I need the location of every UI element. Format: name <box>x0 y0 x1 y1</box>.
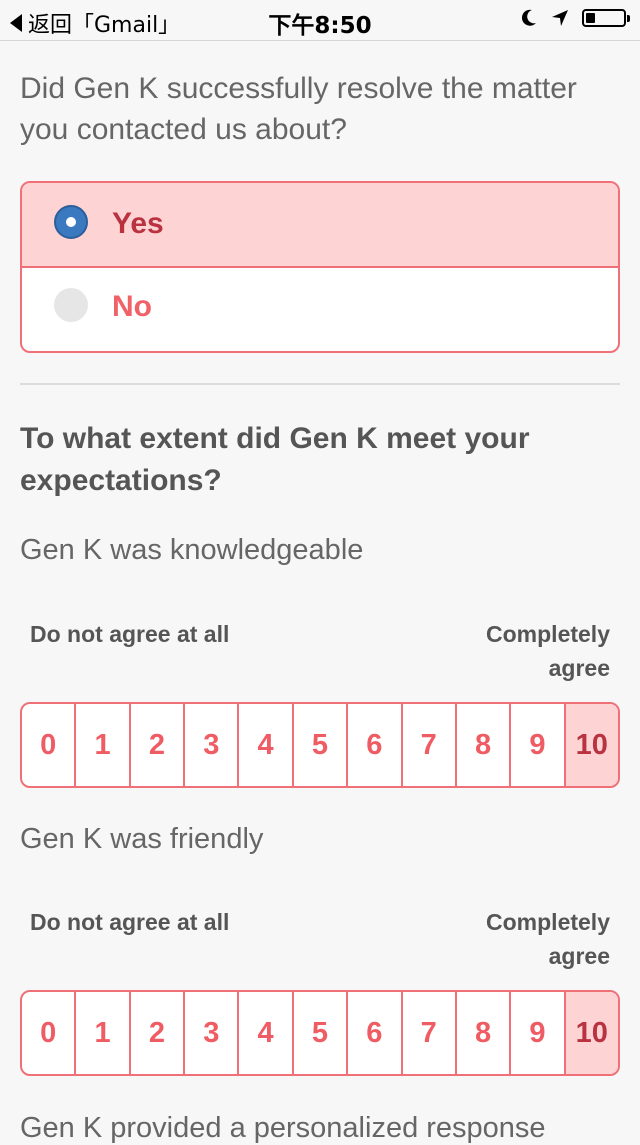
rating-option-9[interactable]: 9 <box>511 704 566 786</box>
battery-level <box>586 13 595 23</box>
divider <box>20 383 620 385</box>
statement-friendly: Gen K was friendly <box>20 823 264 855</box>
rating-option-3[interactable]: 3 <box>185 704 240 786</box>
scale-high-label: Completely agree <box>486 621 610 681</box>
scale-low-label: Do not agree at all <box>30 909 230 935</box>
rating-option-3[interactable]: 3 <box>185 992 240 1074</box>
moon-icon <box>521 9 536 26</box>
scale-low-label: Do not agree at all <box>30 621 230 647</box>
rating-option-2[interactable]: 2 <box>131 704 186 786</box>
rating-option-10[interactable]: 10 <box>565 992 618 1074</box>
rating-scale-knowledgeable: 0 1 2 3 4 5 6 7 8 9 10 <box>20 702 620 788</box>
rating-option-7[interactable]: 7 <box>403 704 457 786</box>
rating-option-0[interactable]: 0 <box>22 992 77 1074</box>
rating-option-7[interactable]: 7 <box>403 992 457 1074</box>
rating-option-0[interactable]: 0 <box>22 704 77 786</box>
rating-option-1[interactable]: 1 <box>76 992 131 1074</box>
rating-option-4[interactable]: 4 <box>239 992 294 1074</box>
option-no[interactable]: No <box>22 268 618 351</box>
rating-option-8[interactable]: 8 <box>457 992 512 1074</box>
option-no-label: No <box>112 290 152 323</box>
option-yes[interactable]: Yes <box>22 183 618 268</box>
rating-option-10[interactable]: 10 <box>565 704 618 786</box>
rating-option-1[interactable]: 1 <box>76 704 131 786</box>
rating-option-6[interactable]: 6 <box>348 704 403 786</box>
rating-option-9[interactable]: 9 <box>511 992 566 1074</box>
location-arrow-icon <box>552 10 568 26</box>
statement-knowledgeable: Gen K was knowledgeable <box>20 534 364 566</box>
rating-option-4[interactable]: 4 <box>239 704 294 786</box>
rating-option-6[interactable]: 6 <box>348 992 403 1074</box>
rating-option-8[interactable]: 8 <box>457 704 512 786</box>
question-expectations-title: To what extent did Gen K meet your expec… <box>20 422 530 497</box>
statement-personalized: Gen K provided a personalized response <box>20 1112 546 1144</box>
status-icons <box>520 8 630 28</box>
rating-option-5[interactable]: 5 <box>294 704 349 786</box>
rating-option-5[interactable]: 5 <box>294 992 349 1074</box>
radio-selected-icon[interactable] <box>54 205 88 239</box>
scale-high-label: Completely agree <box>486 909 610 969</box>
status-bar: 返回「Gmail」 下午8:50 <box>0 0 640 41</box>
rating-scale-friendly: 0 1 2 3 4 5 6 7 8 9 10 <box>20 990 620 1076</box>
rating-option-2[interactable]: 2 <box>131 992 186 1074</box>
option-yes-label: Yes <box>112 207 164 240</box>
question-resolve-title: Did Gen K successfully resolve the matte… <box>20 72 577 146</box>
radio-unselected-icon[interactable] <box>54 288 88 322</box>
resolve-options: Yes No <box>20 181 620 353</box>
battery-icon <box>582 9 630 27</box>
